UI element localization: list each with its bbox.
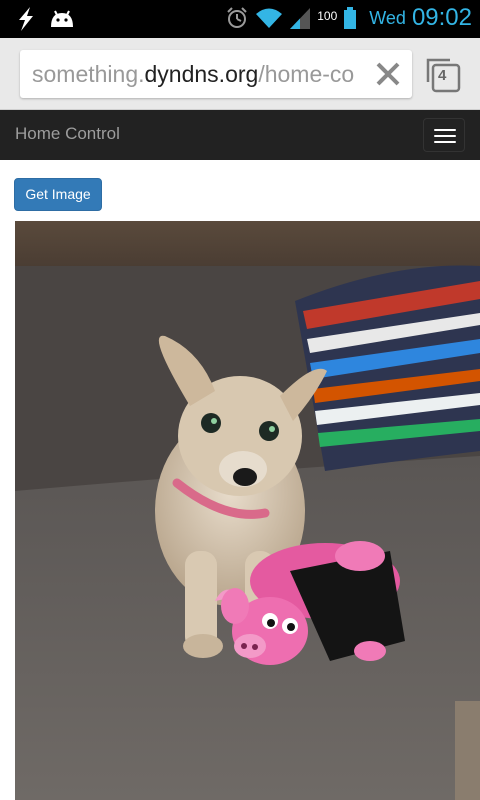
url-prefix: something. (32, 61, 145, 87)
android-icon (51, 10, 73, 27)
browser-toolbar: something.dyndns.org/home-co 4 (0, 38, 480, 110)
navbar-brand[interactable]: Home Control (15, 124, 120, 144)
signal-icon (290, 8, 311, 29)
close-icon[interactable] (374, 60, 402, 88)
url-path: /home-co (258, 61, 355, 87)
menu-toggle-button[interactable] (423, 118, 465, 152)
battery-icon (344, 7, 357, 29)
status-time: 09:02 (411, 4, 472, 31)
dog-photo (15, 221, 480, 800)
wifi-icon (256, 8, 283, 28)
status-bar: 100 Wed 09:02 (0, 0, 480, 38)
camera-image (15, 221, 480, 800)
hamburger-icon (434, 129, 456, 131)
tab-count: 4 (438, 67, 447, 84)
get-image-button[interactable]: Get Image (14, 178, 102, 211)
status-left (14, 6, 76, 32)
url-bar[interactable]: something.dyndns.org/home-co (20, 50, 412, 98)
tabs-button[interactable]: 4 (426, 58, 462, 94)
status-right: 100 Wed 09:02 (225, 4, 472, 32)
url-text[interactable]: something.dyndns.org/home-co (32, 61, 362, 88)
url-host: dyndns.org (144, 61, 259, 87)
alarm-icon (227, 7, 247, 28)
usb-debug-icon (19, 7, 33, 31)
battery-level: 100 (317, 9, 338, 23)
navbar: Home Control (0, 110, 480, 160)
status-day: Wed (369, 7, 406, 28)
